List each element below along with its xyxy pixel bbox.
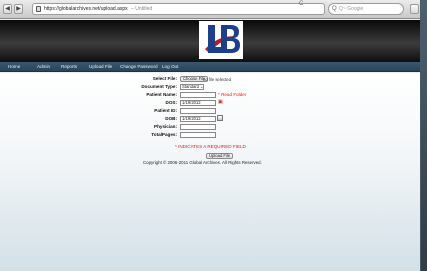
nav-item-change-password[interactable]: Change Password: [120, 62, 158, 72]
browser-window: ◀ ▶ https://globalarchives.net/upload.as…: [0, 0, 421, 271]
no-file-text: no file selected: [203, 77, 231, 82]
read-folder-text: * Read Folder: [218, 92, 247, 97]
copyright-text: Copyright © 2006-2011 Global Archives. A…: [143, 160, 262, 165]
search-placeholder: Q~ Google: [339, 6, 364, 12]
patient-name-label: Patient Name:: [146, 92, 177, 97]
address-url: https://globalarchives.net/upload.aspx: [44, 6, 128, 12]
main-nav: Home Admin Reports Upload File Change Pa…: [0, 62, 420, 72]
patient-id-label: Patient ID:: [154, 108, 177, 113]
patient-id-input[interactable]: [180, 108, 216, 114]
nav-item-admin[interactable]: Admin: [37, 62, 50, 72]
total-pages-input[interactable]: [180, 132, 216, 138]
dob-input[interactable]: 1/19/2012: [180, 116, 216, 122]
upload-form: Select File: Choose File no file selecte…: [0, 73, 420, 271]
browser-toolbar: ◀ ▶ https://globalarchives.net/upload.as…: [0, 0, 420, 19]
calendar-icon[interactable]: [217, 115, 223, 121]
address-bar[interactable]: https://globalarchives.net/upload.aspx –…: [32, 3, 325, 15]
dos-input[interactable]: 1/19/2012: [180, 100, 216, 106]
search-icon: Q: [332, 6, 337, 12]
physician-input[interactable]: [180, 124, 216, 130]
total-pages-label: TotalPages:: [151, 132, 177, 137]
select-file-label: Select File:: [152, 76, 177, 81]
nav-item-upload-file[interactable]: Upload File: [89, 62, 112, 72]
nav-item-home[interactable]: Home: [8, 62, 20, 72]
dos-label: DOS:: [165, 100, 177, 105]
nav-item-log-out[interactable]: Log Out: [162, 62, 178, 72]
patient-name-input[interactable]: [180, 92, 216, 98]
company-logo: [199, 21, 243, 59]
address-page-title: – Untitled: [131, 6, 153, 12]
document-type-select[interactable]: Standard ⌄: [180, 84, 204, 90]
required-field-note: * INDICATES A REQUIRED FIELD: [175, 144, 246, 149]
back-button[interactable]: ◀: [3, 4, 12, 14]
lock-icon: [36, 6, 41, 12]
gear-icon[interactable]: [410, 4, 419, 14]
desktop-background: [421, 0, 427, 271]
reload-icon[interactable]: C: [299, 1, 303, 7]
nav-item-reports[interactable]: Reports: [61, 62, 77, 72]
upload-file-button[interactable]: Upload File: [206, 153, 234, 159]
dob-label: DOB:: [165, 116, 177, 121]
calendar-icon[interactable]: ▣: [218, 100, 223, 105]
physician-label: Physician:: [154, 124, 177, 129]
document-type-label: Document Type:: [141, 84, 177, 89]
forward-button[interactable]: ▶: [14, 4, 23, 14]
search-field[interactable]: Q Q~ Google: [328, 3, 404, 15]
